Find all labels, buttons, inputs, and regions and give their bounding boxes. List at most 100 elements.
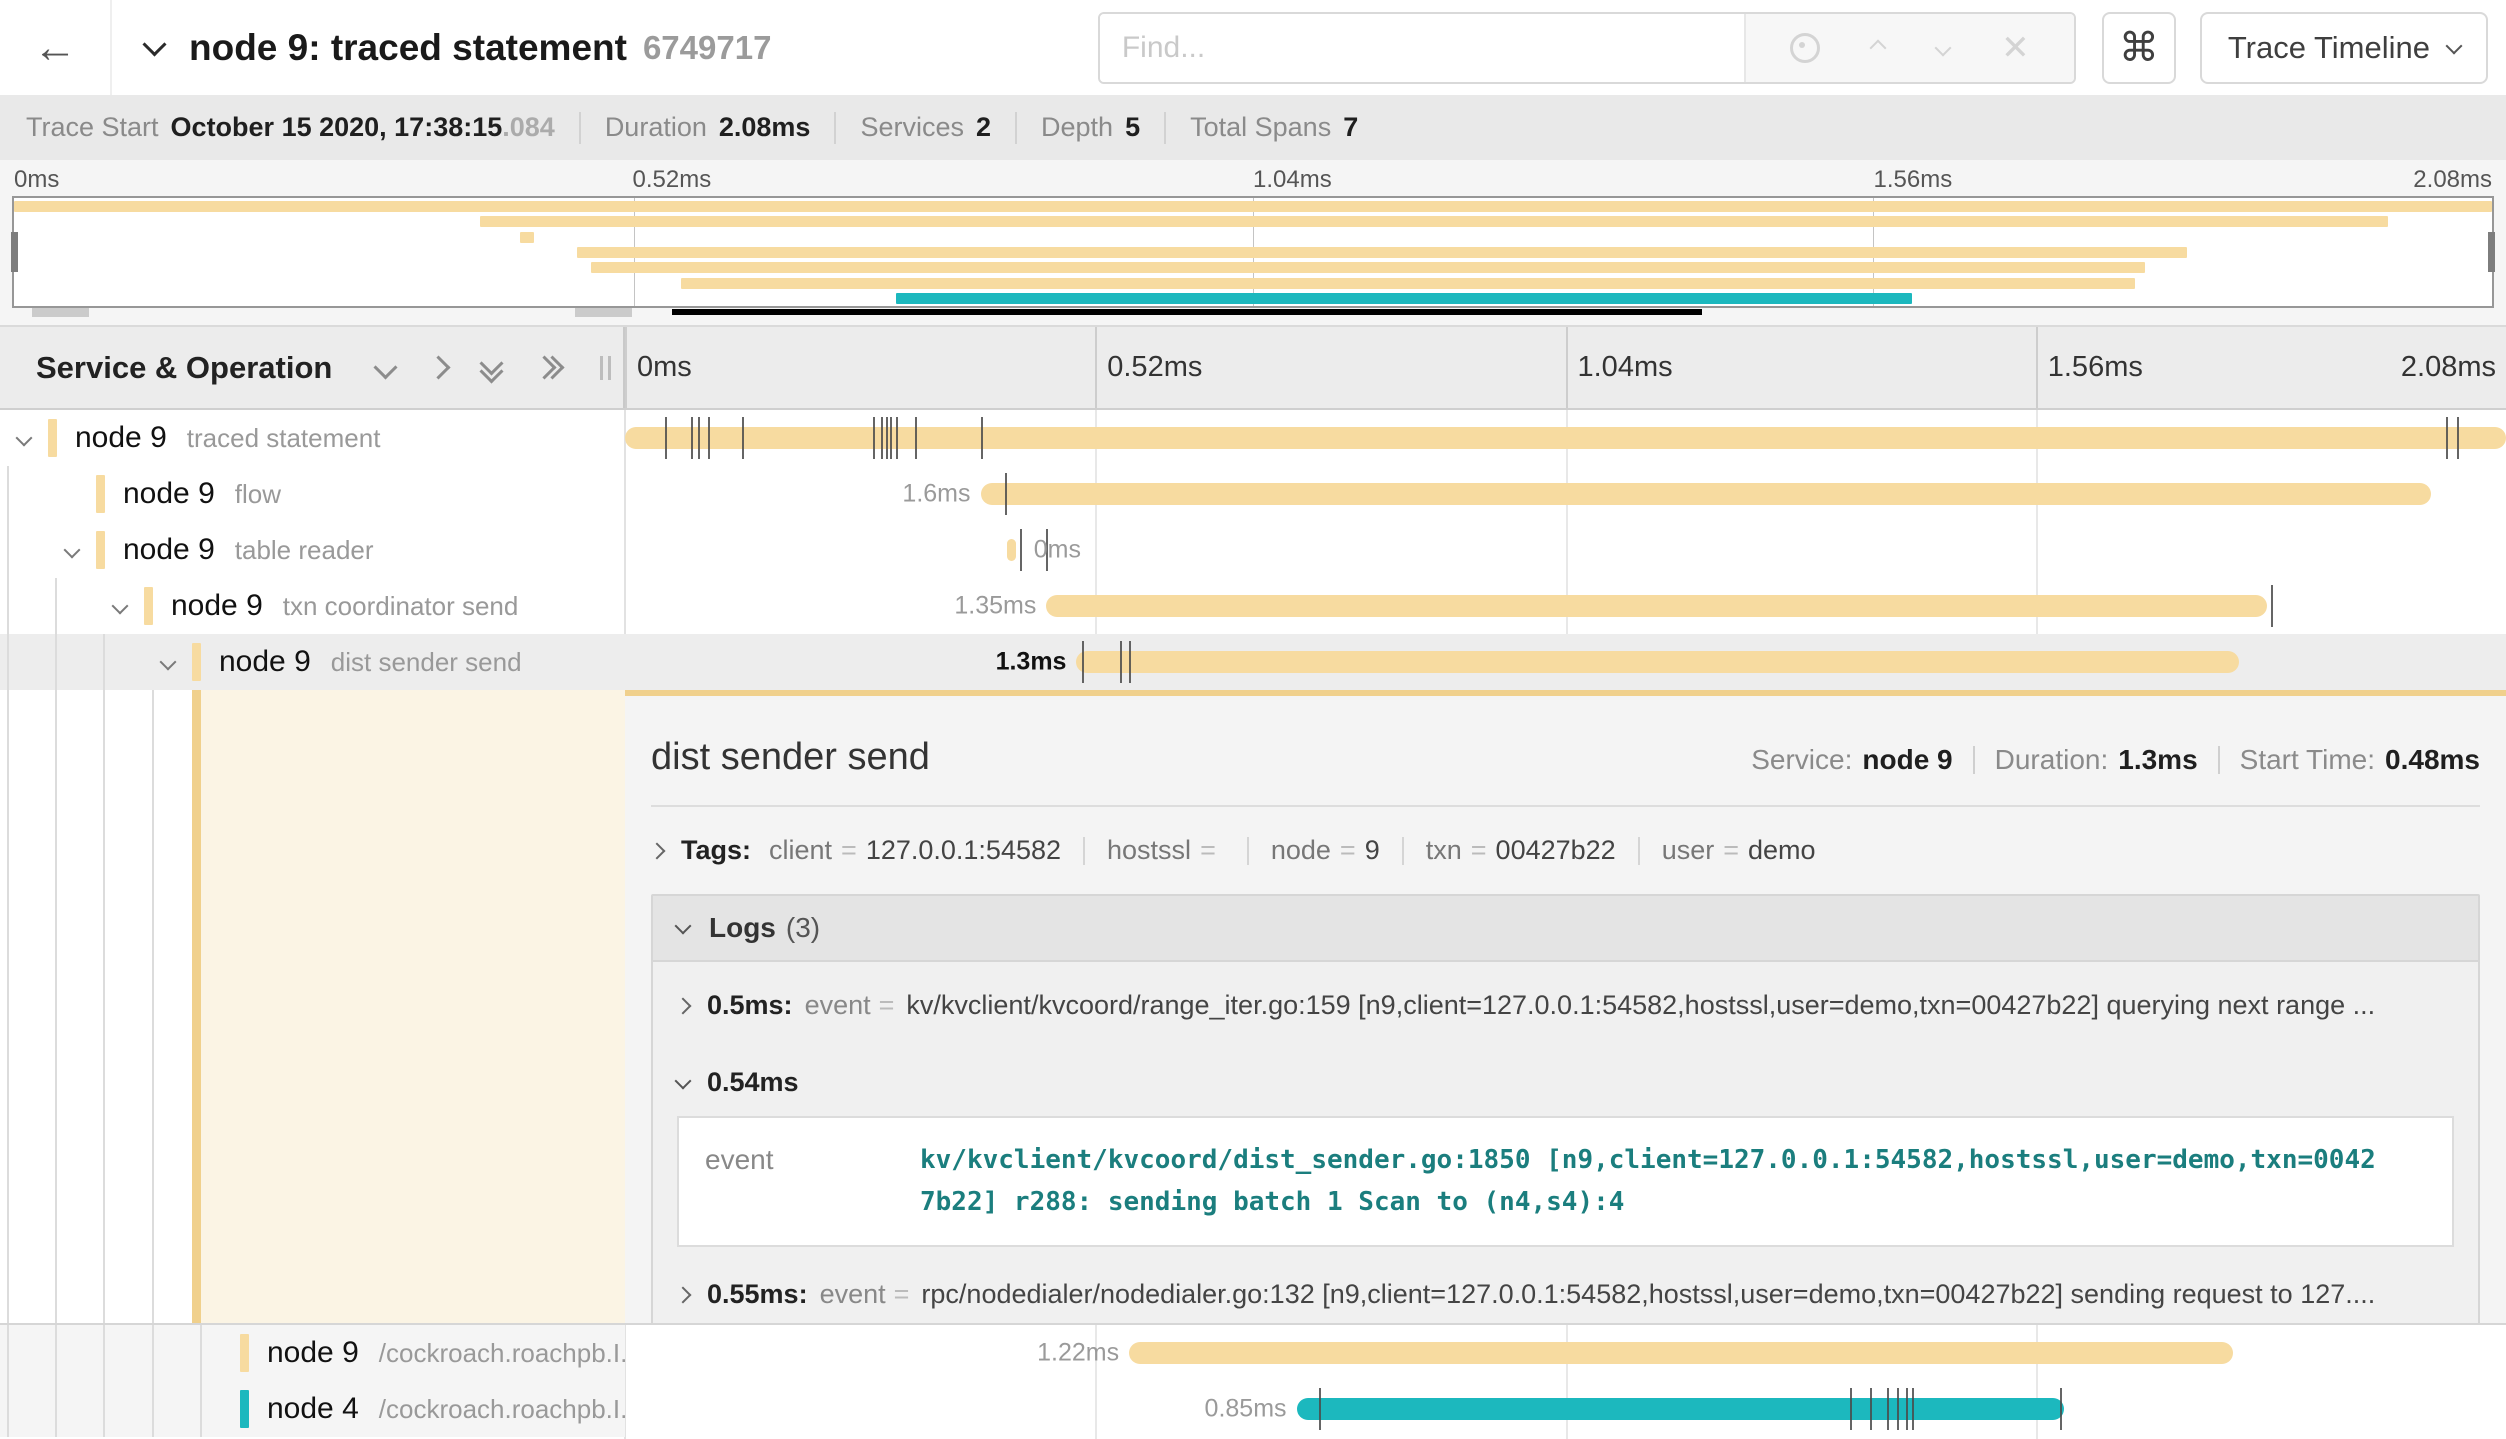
- minimap-span-bar: [14, 201, 2492, 212]
- log-entry-expanded-header[interactable]: 0.54ms: [677, 1045, 2454, 1098]
- logs-accordion-header[interactable]: Logs (3): [653, 896, 2478, 962]
- summary-divider: [579, 112, 581, 144]
- span-collapse-chevron-icon[interactable]: [64, 542, 81, 559]
- clear-find-icon[interactable]: ✕: [2001, 31, 2030, 65]
- minimap-left-handle[interactable]: [11, 232, 18, 272]
- log-event-tick: [691, 417, 693, 459]
- view-selector-button[interactable]: Trace Timeline: [2200, 12, 2488, 84]
- operation-name: /cockroach.roachpb.I...: [379, 1394, 625, 1425]
- log-event-tick: [890, 417, 892, 459]
- span-row[interactable]: node 9flow 1.6ms: [0, 466, 2506, 522]
- minimap-canvas[interactable]: [12, 196, 2494, 308]
- tag-divider: [1083, 837, 1085, 865]
- service-name: node 9: [123, 533, 215, 567]
- tag-equals-sign: =: [1200, 835, 1216, 866]
- log-entry[interactable]: 0.5ms: event = kv/kvclient/kvcoord/range…: [677, 966, 2454, 1045]
- span-duration-label: 1.22ms: [1037, 1339, 1129, 1368]
- logs-body: 0.5ms: event = kv/kvclient/kvcoord/range…: [653, 962, 2478, 1323]
- minimap-tick-label: 1.04ms: [1253, 166, 1332, 194]
- focus-match-icon[interactable]: [1790, 33, 1820, 63]
- span-tree-cell[interactable]: node 9traced statement: [0, 410, 625, 466]
- span-collapse-chevron-icon[interactable]: [160, 654, 177, 671]
- span-row[interactable]: node 4/cockroach.roachpb.I...0.85ms: [0, 1381, 2506, 1437]
- span-tree-cell[interactable]: node 9txn coordinator send: [0, 578, 625, 634]
- tag-key: node: [1271, 835, 1331, 866]
- collapse-one-icon[interactable]: [377, 359, 394, 376]
- operation-name: dist sender send: [331, 647, 522, 678]
- tag-equals-sign: =: [1340, 835, 1356, 866]
- span-duration-bar[interactable]: [981, 483, 2431, 505]
- meta-value: 0.48ms: [2385, 744, 2480, 776]
- span-duration-bar[interactable]: [625, 427, 2506, 449]
- span-tree-cell[interactable]: node 9flow: [0, 466, 625, 522]
- log-collapse-icon: [675, 1072, 692, 1089]
- span-row[interactable]: node 9table reader0ms: [0, 522, 2506, 578]
- expand-all-icon[interactable]: [536, 359, 561, 376]
- log-field-table: event kv/kvclient/kvcoord/dist_sender.go…: [677, 1116, 2454, 1247]
- span-timeline-cell[interactable]: 1.3ms: [625, 634, 2506, 690]
- span-duration-bar[interactable]: [1007, 539, 1016, 561]
- indent-guide: [152, 690, 154, 1323]
- minimap-right-handle[interactable]: [2488, 232, 2495, 272]
- log-event-tick: [881, 417, 883, 459]
- span-duration-bar[interactable]: [1129, 1342, 2233, 1364]
- span-duration-bar[interactable]: [1076, 651, 2238, 673]
- span-name-group: node 9flow: [123, 466, 281, 522]
- back-button[interactable]: ←: [0, 0, 112, 95]
- log-entry[interactable]: 0.55ms: event = rpc/nodedialer/nodediale…: [677, 1255, 2454, 1323]
- next-match-icon[interactable]: [1934, 39, 1951, 56]
- span-tree-cell[interactable]: node 4/cockroach.roachpb.I...: [0, 1381, 625, 1437]
- span-tree-cell[interactable]: node 9table reader: [0, 522, 625, 578]
- trace-timeline-page: ← node 9: traced statement 6749717 ✕ ⌘ T…: [0, 0, 2506, 1439]
- log-field-value: rpc/nodedialer/nodedialer.go:132 [n9,cli…: [921, 1279, 2454, 1310]
- log-event-tick: [698, 417, 700, 459]
- column-resizer-grip[interactable]: [600, 356, 611, 380]
- collapse-all-icon[interactable]: [483, 355, 500, 380]
- timeline-grid-header: Service & Operation 0ms 0.52ms 1.04ms 1.…: [0, 325, 2506, 410]
- span-tree-cell[interactable]: node 9dist sender send: [0, 634, 625, 690]
- summary-value-suffix: .084: [502, 112, 555, 143]
- tags-accordion[interactable]: Tags: client=127.0.0.1:54582hostssl=node…: [651, 835, 2480, 866]
- previous-match-icon[interactable]: [1870, 39, 1887, 56]
- indent-guide: [103, 634, 105, 690]
- span-collapse-chevron-icon[interactable]: [112, 598, 129, 615]
- span-duration-bar[interactable]: [1297, 1398, 2064, 1420]
- keyboard-shortcuts-button[interactable]: ⌘: [2102, 12, 2176, 84]
- minimap-scrubber-handle[interactable]: [32, 308, 89, 317]
- span-tree-cell[interactable]: node 9/cockroach.roachpb.I...: [0, 1325, 625, 1381]
- collapse-trace-chevron-icon[interactable]: [142, 32, 166, 56]
- span-timeline-cell[interactable]: 1.22ms: [625, 1325, 2506, 1381]
- span-row[interactable]: node 9/cockroach.roachpb.I... 1.22ms: [0, 1325, 2506, 1381]
- span-row[interactable]: node 9traced statement: [0, 410, 2506, 466]
- log-event-tick: [2060, 1388, 2062, 1430]
- span-duration-bar[interactable]: [1046, 595, 2267, 617]
- span-timeline-cell[interactable]: 1.6ms: [625, 466, 2506, 522]
- service-color-chip: [96, 475, 105, 513]
- log-event-tick: [708, 417, 710, 459]
- span-timeline-cell[interactable]: 1.35ms: [625, 578, 2506, 634]
- selected-span-highlight-fill: [201, 690, 625, 1323]
- log-event-tick: [1129, 641, 1131, 683]
- minimap-scrubber-handle[interactable]: [575, 308, 632, 317]
- span-timeline-cell[interactable]: 0ms: [625, 522, 2506, 578]
- log-event-tick: [915, 417, 917, 459]
- ruler-label: 1.56ms: [2048, 351, 2143, 384]
- tag-value: 127.0.0.1:54582: [866, 835, 1061, 866]
- summary-value: 2.08ms: [719, 112, 811, 143]
- span-row[interactable]: node 9txn coordinator send1.35ms: [0, 578, 2506, 634]
- expand-one-icon[interactable]: [430, 359, 447, 376]
- indent-guide: [7, 466, 9, 522]
- find-input[interactable]: [1100, 14, 1744, 82]
- span-timeline-cell[interactable]: [625, 410, 2506, 466]
- service-name: node 9: [171, 589, 263, 623]
- indent-guide: [7, 690, 9, 1323]
- span-collapse-chevron-icon[interactable]: [16, 430, 33, 447]
- service-color-chip: [144, 587, 153, 625]
- span-row[interactable]: node 9dist sender send1.3ms: [0, 634, 2506, 690]
- minimap-range-indicator[interactable]: [672, 309, 1702, 315]
- find-controls: ✕: [1744, 14, 2074, 82]
- span-timeline-cell[interactable]: 0.85ms: [625, 1381, 2506, 1437]
- meta-label: Start Time:: [2240, 744, 2375, 776]
- minimap-tick-label: 1.56ms: [1874, 166, 1953, 194]
- summary-value: 5: [1125, 112, 1140, 143]
